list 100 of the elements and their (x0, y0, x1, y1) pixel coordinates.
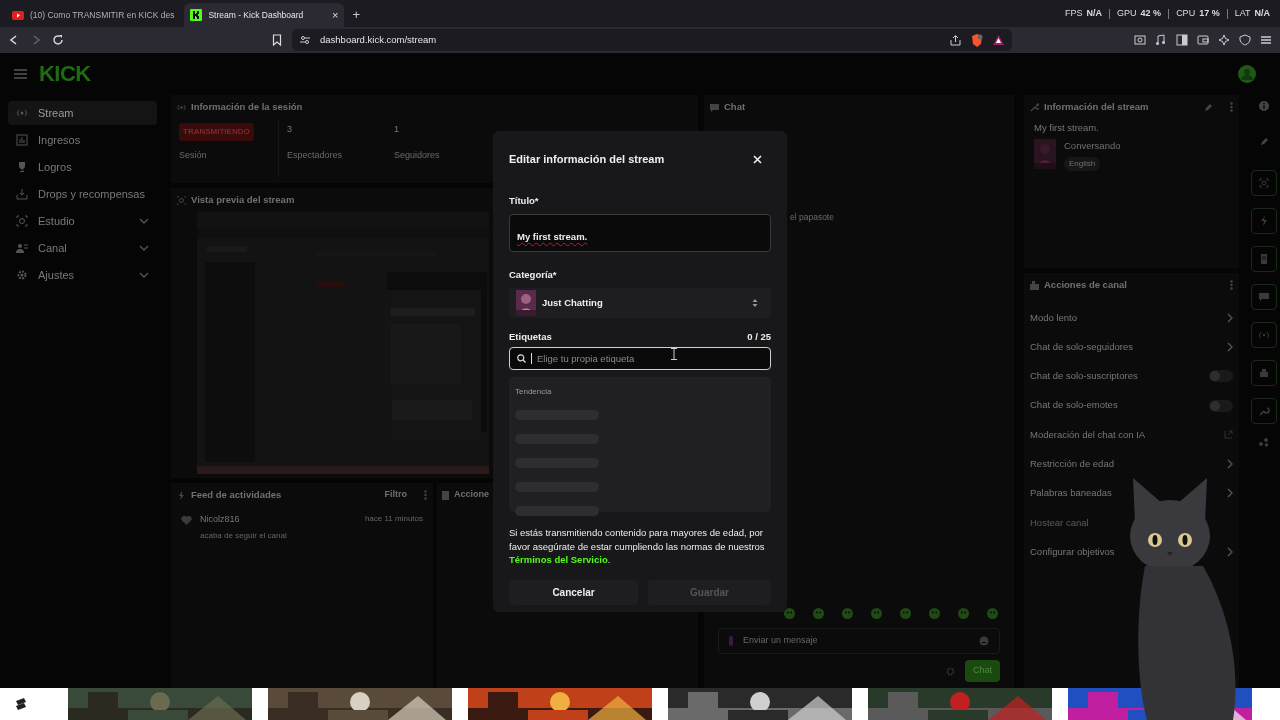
heart-icon (181, 515, 192, 525)
emote-icon[interactable] (813, 607, 824, 619)
sidebar-item[interactable]: Canal (8, 236, 157, 260)
channel-action-item[interactable]: Restricción de edad (1030, 457, 1114, 472)
channel-action-item[interactable]: Moderación del chat con IA (1030, 427, 1146, 442)
bookmark-icon[interactable] (272, 34, 282, 46)
sidebar-icon[interactable] (1176, 34, 1188, 46)
share-icon[interactable] (950, 34, 961, 46)
channel-action-item[interactable]: Configurar objetivos (1030, 544, 1115, 560)
dots-icon[interactable] (1258, 436, 1270, 448)
chevron-right-icon[interactable] (1227, 488, 1233, 499)
emote-icon[interactable] (842, 607, 853, 619)
channel-action-item[interactable]: Modo lento (1030, 310, 1077, 325)
menu-icon[interactable] (1260, 34, 1272, 46)
sidebar-item[interactable]: Ajustes (8, 263, 157, 287)
pencil-icon[interactable] (1259, 137, 1269, 146)
address-bar[interactable]: dashboard.kick.com/stream (292, 29, 1012, 51)
filter-button[interactable]: Filtro (384, 488, 407, 502)
channel-action-item[interactable]: Chat de solo-suscriptores (1030, 369, 1138, 384)
field-label: Título* (509, 193, 540, 208)
stat-label: LAT (1234, 6, 1251, 20)
cancel-button[interactable]: Cancelar (509, 579, 638, 605)
broadcast-icon (177, 102, 186, 112)
rail-button[interactable] (1251, 398, 1277, 424)
app-icon[interactable] (14, 697, 28, 711)
camera-icon (16, 215, 28, 227)
info-icon[interactable] (1259, 101, 1269, 111)
shield-icon[interactable] (1239, 34, 1251, 46)
stat-label: FPS (1065, 6, 1083, 20)
category-name: Conversando (1064, 139, 1121, 154)
rail-button[interactable] (1251, 246, 1277, 272)
rail-button[interactable] (1251, 208, 1277, 234)
tag-search-field[interactable]: Elige tu propia etiqueta (509, 347, 771, 371)
new-tab-button[interactable]: + (352, 4, 360, 25)
sidebar-item[interactable]: Ingresos (8, 128, 157, 152)
terms-link[interactable]: Términos del Servicio (509, 554, 608, 566)
stat-value: N/A (1086, 6, 1103, 20)
sidebar-item[interactable]: Drops y recompensas (8, 182, 157, 206)
logo[interactable]: KICK (39, 63, 91, 85)
stat-label: Seguidores (394, 148, 441, 162)
chat-send-button[interactable]: Chat (965, 660, 1000, 682)
avatar-icon[interactable] (1238, 65, 1256, 83)
pencil-icon[interactable] (1204, 102, 1213, 112)
message-input[interactable]: Enviar un mensaje (718, 628, 1000, 654)
music-note-icon[interactable] (1155, 34, 1167, 46)
emote-icon[interactable] (871, 607, 882, 619)
more-icon[interactable] (1230, 280, 1233, 290)
stat-value: 1 (394, 123, 400, 136)
emote-icon[interactable] (987, 607, 998, 619)
external-link-icon (1224, 430, 1233, 440)
chevron-right-icon[interactable] (1227, 459, 1233, 470)
title-field[interactable]: My first stream. (509, 213, 771, 252)
panel-title: Información de la sesión (191, 99, 303, 114)
browser-tab[interactable]: (10) Como TRANSMITIR en KICK des (6, 3, 181, 27)
emote-icon[interactable] (784, 607, 795, 619)
broadcast-icon (1258, 329, 1270, 341)
toggle-switch[interactable] (1209, 370, 1233, 383)
lion-shield-icon[interactable] (971, 33, 983, 47)
reload-icon[interactable] (52, 34, 64, 46)
dialog-title: Editar información del stream (509, 152, 666, 167)
stat-value: N/A (1254, 6, 1270, 20)
field-label: Etiquetas (509, 330, 553, 344)
category-select[interactable]: Just Chatting (509, 288, 771, 318)
screenshot-icon[interactable] (1134, 34, 1146, 46)
rail-button[interactable] (1251, 284, 1277, 310)
wallet-icon[interactable] (1197, 34, 1209, 46)
chevron-right-icon[interactable] (1227, 312, 1233, 323)
emote-icon[interactable] (958, 607, 969, 619)
channel-action-item[interactable]: Chat de solo-emotes (1030, 398, 1118, 413)
more-icon[interactable] (1230, 102, 1233, 112)
sidebar-item[interactable]: Logros (8, 155, 157, 179)
tag-counter: 0 / 25 (747, 330, 771, 344)
close-icon[interactable] (753, 154, 762, 164)
status-badge: TRANSMITIENDO (179, 123, 254, 141)
stat-label: Espectadores (287, 148, 344, 162)
rail-button[interactable] (1251, 170, 1277, 196)
chat-message: el papasote (790, 211, 835, 224)
gear-icon[interactable] (946, 666, 955, 676)
browser-tab[interactable]: Stream - Kick Dashboard × (184, 3, 345, 27)
emote-icon[interactable] (929, 607, 940, 619)
sparkle-icon[interactable] (1218, 34, 1230, 46)
search-icon (517, 354, 526, 364)
toolbox-icon (1030, 280, 1039, 290)
emote-icon[interactable] (900, 607, 911, 619)
panel-title: Información del stream (1044, 99, 1149, 114)
emoji-icon[interactable] (979, 636, 989, 646)
channel-action-item[interactable]: Palabras baneadas (1030, 486, 1112, 501)
chevron-right-icon[interactable] (1227, 341, 1233, 352)
sidebar-item[interactable]: Stream (8, 101, 157, 125)
sidebar-item[interactable]: Estudio (8, 209, 157, 233)
rail-button[interactable] (1251, 360, 1277, 386)
rail-button[interactable] (1251, 322, 1277, 348)
chevron-right-icon[interactable] (1227, 547, 1233, 557)
panel-title: Accione (454, 488, 489, 502)
channel-action-item[interactable]: Chat de solo-seguidores (1030, 339, 1133, 355)
triangle-icon[interactable] (993, 35, 1004, 45)
stream-title: My first stream. (1033, 121, 1100, 135)
close-tab-button[interactable]: × (331, 9, 339, 21)
toggle-switch[interactable] (1209, 399, 1233, 412)
more-icon[interactable] (424, 490, 427, 500)
